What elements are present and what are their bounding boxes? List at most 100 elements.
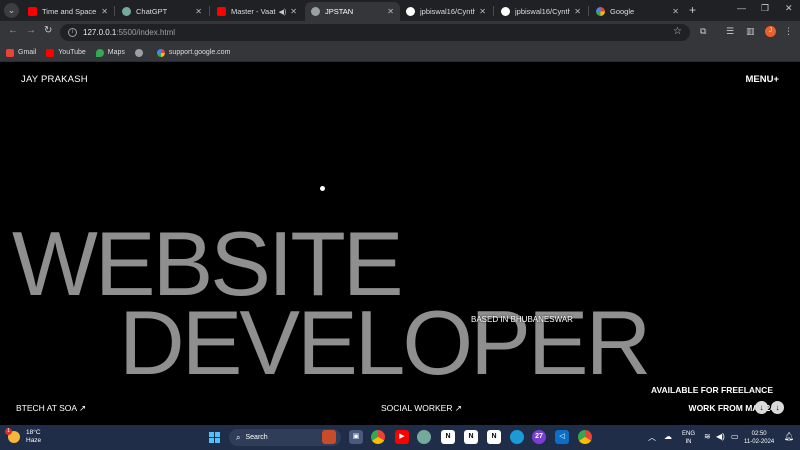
back-icon[interactable]: ← [8, 25, 18, 36]
weather-widget[interactable]: 1 18°C Haze [5, 428, 41, 445]
tab-cynthia-1[interactable]: jpbiswal16/Cynthia- ✕ [400, 2, 492, 21]
globe-icon [311, 7, 320, 16]
close-icon[interactable]: ✕ [479, 7, 486, 16]
tab-separator [493, 6, 494, 16]
tab-google[interactable]: Google ✕ [590, 2, 685, 21]
chatgpt-icon[interactable] [417, 430, 431, 444]
address-bar[interactable]: i 127.0.0.1:5500/index.html ☆ [60, 24, 690, 41]
bookmark-star-icon[interactable]: ☆ [673, 26, 682, 37]
tray-overflow-icon[interactable]: ︿ [648, 432, 656, 443]
calendar-badge: 27 [535, 433, 543, 440]
scroll-down-icon[interactable]: ↓ [755, 401, 768, 414]
tab-time-and-space[interactable]: Time and Space Com ✕ [22, 2, 114, 21]
forward-icon[interactable]: → [26, 25, 36, 36]
vscode-icon[interactable]: ◁ [555, 430, 569, 444]
extensions-icon[interactable]: ⧉ [700, 26, 706, 37]
calendar-app-icon[interactable]: 27 [532, 430, 546, 444]
notifications-icon[interactable]: 🔔︎ [784, 432, 794, 441]
notion-icon[interactable]: N [441, 430, 455, 444]
language-indicator[interactable]: ENG IN [682, 430, 695, 446]
bookmark-support[interactable]: support.google.com [156, 48, 231, 57]
side-panel-icon[interactable]: ▥ [746, 26, 755, 37]
close-icon[interactable]: ✕ [290, 7, 297, 16]
portfolio-page: JAY PRAKASH MENU+ WEBSITE DEVELOPER BASE… [0, 63, 800, 425]
cursor-follower-dot [320, 186, 325, 191]
tab-master[interactable]: Master - Vaathi C ◀) ✕ [211, 2, 303, 21]
site-brand[interactable]: JAY PRAKASH [21, 74, 88, 85]
cloud-icon[interactable]: ☁ [664, 432, 672, 441]
github-icon [406, 7, 415, 16]
bookmark-gmail[interactable]: Gmail [6, 48, 37, 57]
browser-tabstrip: ⌄ Time and Space Com ✕ ChatGPT ✕ Master … [0, 0, 800, 21]
wifi-icon[interactable]: ≋ [704, 432, 711, 441]
gmail-icon [6, 48, 14, 57]
availability-line1: AVAILABLE FOR FREELANCE [651, 385, 773, 395]
bookmark-globe[interactable] [134, 48, 147, 57]
battery-icon[interactable]: ▭ [731, 432, 739, 441]
close-icon[interactable]: ✕ [672, 7, 679, 16]
social-worker-link[interactable]: SOCIAL WORKER ↗ [381, 403, 462, 414]
tab-label: Google [610, 7, 635, 16]
windows-start-icon[interactable] [209, 432, 220, 443]
education-link[interactable]: BTECH AT SOA ↗ [16, 403, 86, 414]
weather-temp: 18°C [26, 429, 41, 436]
bookmark-label: Maps [107, 49, 125, 56]
new-tab-button[interactable]: + [689, 3, 696, 17]
github-icon [501, 7, 510, 16]
youtube-icon[interactable]: ▶ [395, 430, 409, 444]
tab-chatgpt[interactable]: ChatGPT ✕ [116, 2, 208, 21]
browser-menu-icon[interactable]: ⋮ [784, 26, 793, 37]
close-icon[interactable]: ✕ [574, 7, 581, 16]
notion-icon[interactable]: N [464, 430, 478, 444]
close-icon[interactable]: ✕ [101, 7, 108, 16]
bookmark-maps[interactable]: Maps [95, 48, 125, 57]
edge-icon[interactable] [510, 430, 524, 444]
hero-heading-line2: DEVELOPER [119, 293, 651, 394]
tab-label: ChatGPT [136, 7, 168, 16]
profile-avatar[interactable]: J [765, 26, 776, 37]
tab-jpstan[interactable]: JPSTAN ✕ [305, 2, 400, 21]
tab-cynthia-2[interactable]: jpbiswal16/Cynthia- ✕ [495, 2, 587, 21]
minimize-icon[interactable]: — [737, 3, 746, 13]
fox-app-icon[interactable] [322, 430, 336, 444]
weather-desc: Haze [26, 437, 42, 444]
reload-icon[interactable]: ↻ [44, 25, 52, 36]
close-icon[interactable]: ✕ [195, 7, 202, 16]
task-view-icon[interactable]: ▣ [349, 430, 363, 444]
system-clock[interactable]: 02:50 11-02-2024 [744, 430, 774, 446]
window-close-icon[interactable]: ✕ [785, 3, 793, 14]
bookmark-label: support.google.com [168, 49, 231, 56]
availability-text: AVAILABLE FOR FREELANCE WORK FROM MAY 24… [651, 381, 777, 417]
notion-icon[interactable]: N [487, 430, 501, 444]
bookmarks-bar: Gmail YouTube Maps support.google.com [0, 44, 800, 62]
site-info-icon[interactable]: i [68, 28, 77, 37]
bookmark-youtube[interactable]: YouTube [46, 48, 86, 57]
youtube-icon [28, 7, 37, 16]
restore-icon[interactable]: ❐ [761, 3, 769, 14]
bookmark-label: YouTube [58, 49, 86, 56]
speaker-icon[interactable]: ◀) [279, 8, 287, 16]
tab-separator [114, 6, 115, 16]
tab-label: jpbiswal16/Cynthia- [515, 7, 571, 16]
tab-label: jpbiswal16/Cynthia- [420, 7, 476, 16]
lang-region: IN [685, 439, 692, 445]
bookmark-label: Gmail [18, 49, 37, 56]
tab-label: JPSTAN [325, 7, 354, 16]
weather-text: 18°C Haze [26, 429, 41, 445]
chrome-icon[interactable] [578, 430, 592, 444]
clock-time: 02:50 [751, 431, 767, 437]
tab-label: Master - Vaathi C [231, 7, 276, 16]
search-label: Search [245, 434, 268, 441]
volume-icon[interactable]: ◀) [716, 432, 725, 441]
notification-badge: 1 [5, 428, 12, 435]
menu-button[interactable]: MENU+ [745, 74, 779, 85]
chrome-icon[interactable] [371, 430, 385, 444]
close-icon[interactable]: ✕ [387, 7, 394, 16]
clock-date: 11-02-2024 [744, 439, 775, 445]
tab-search-icon[interactable]: ⌄ [4, 3, 19, 18]
windows-taskbar: 1 18°C Haze ⌕ Search ▣ ▶ N N N 27 ◁ ︿ ☁ … [0, 425, 800, 450]
media-control-icon[interactable]: ☰ [726, 26, 734, 37]
youtube-icon [217, 7, 226, 16]
maps-icon [95, 48, 104, 57]
scroll-down-icon[interactable]: ↓ [771, 401, 784, 414]
